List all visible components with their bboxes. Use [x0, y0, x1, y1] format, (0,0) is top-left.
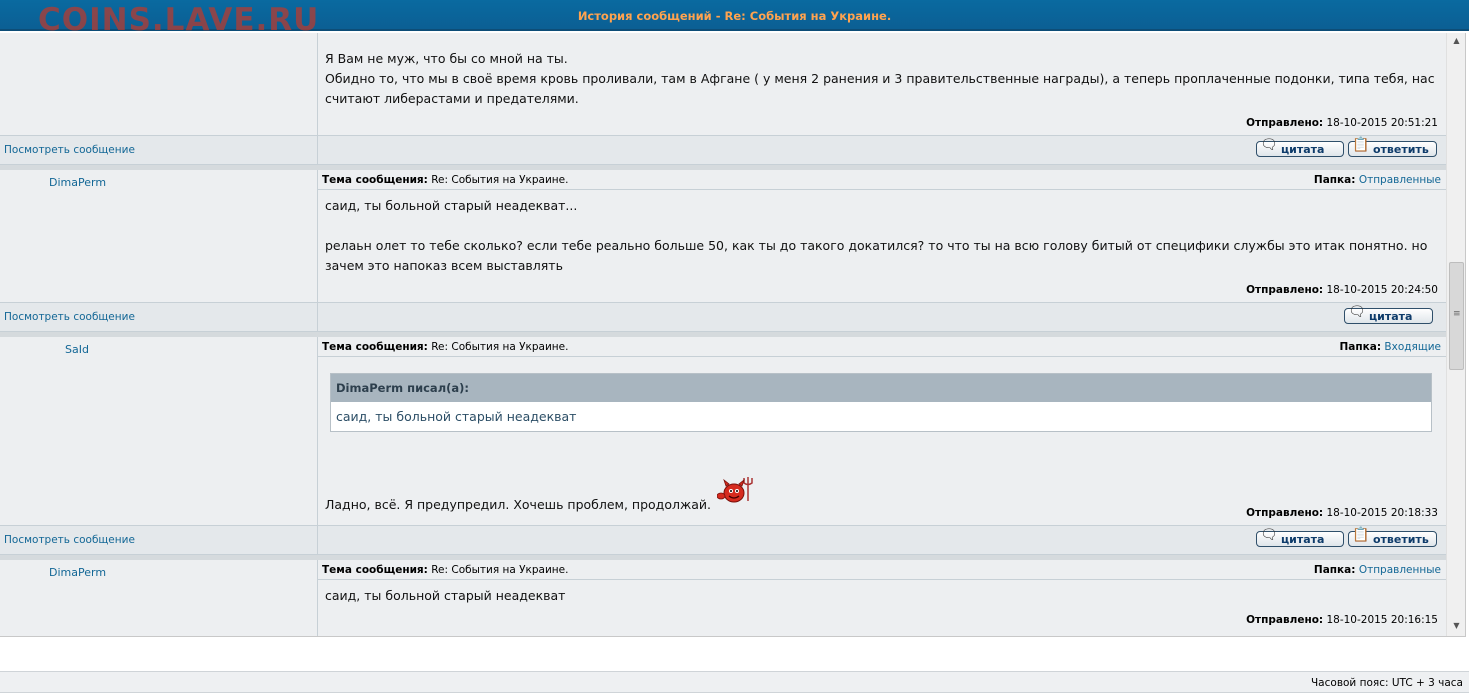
message-body-row: DimaPerm Тема сообщения: Re: События на … — [0, 170, 1446, 303]
posted-label: Отправлено: — [1246, 507, 1324, 519]
author-name[interactable]: DimaPerm — [49, 566, 106, 579]
reply-icon: 📋 — [1352, 137, 1370, 153]
quote-button[interactable]: 🗨 цитата — [1256, 527, 1344, 547]
subject-value: Re: События на Украине. — [431, 564, 569, 576]
message-subject: Тема сообщения: Re: События на Украине. — [322, 564, 568, 576]
message-cell: Тема сообщения: Re: События на Украине. … — [318, 170, 1446, 302]
author-cell: DimaPerm — [0, 170, 318, 302]
scroll-down-icon[interactable]: ▼ — [1447, 621, 1465, 630]
posted-label: Отправлено: — [1246, 284, 1324, 296]
actions-right-cell: 🗨 цитата 📋 ответить — [318, 136, 1446, 164]
subject-bar: Тема сообщения: Re: События на Украине. … — [318, 170, 1446, 190]
folder-link[interactable]: Входящие — [1384, 341, 1441, 353]
reply-button[interactable]: 📋 ответить — [1348, 527, 1437, 547]
message-folder: Папка: Входящие — [1340, 341, 1441, 353]
quote-button[interactable]: 🗨 цитата — [1344, 304, 1433, 324]
subject-label: Тема сообщения: — [322, 341, 428, 353]
actions-right-cell: 🗨 цитата 📋 ответить — [318, 526, 1446, 554]
message-text: Обидно то, что мы в своё время кровь про… — [325, 71, 1435, 86]
author-name[interactable]: SaId — [65, 343, 89, 356]
reply-button-label: ответить — [1373, 143, 1429, 156]
message-text: считают либерастами и предателями. — [325, 91, 579, 106]
message-body-row: Я Вам не муж, что бы со мной на ты. Обид… — [0, 33, 1446, 136]
quote-block: DimaPerm писал(а): саид, ты больной стар… — [330, 373, 1432, 432]
scrollbar-thumb[interactable]: ≡ — [1449, 262, 1464, 370]
author-cell: SaId — [0, 337, 318, 525]
message-text: релаьн олет то тебе сколько? если тебе р… — [325, 238, 1428, 253]
message-text: саид, ты больной старый неадекват — [325, 588, 566, 603]
scroll-up-icon[interactable]: ▲ — [1447, 36, 1465, 45]
actions-left-cell: Посмотреть сообщение — [0, 303, 318, 331]
posted-value: 18-10-2015 20:24:50 — [1326, 284, 1438, 296]
quote-button-label: цитата — [1369, 310, 1413, 323]
message-body-row: DimaPerm Тема сообщения: Re: События на … — [0, 560, 1446, 636]
folder-label: Папка: — [1339, 341, 1382, 353]
actions-left-cell: Посмотреть сообщение — [0, 526, 318, 554]
posted-date: Отправлено: 18-10-2015 20:18:33 — [1246, 507, 1438, 519]
posted-date: Отправлено: 18-10-2015 20:51:21 — [1246, 117, 1438, 129]
author-name[interactable]: DimaPerm — [49, 176, 106, 189]
reply-button[interactable]: 📋 ответить — [1348, 137, 1437, 157]
message-actions-row: Посмотреть сообщение 🗨 цитата — [0, 303, 1446, 332]
message-actions-row: Посмотреть сообщение 🗨 цитата 📋 ответить — [0, 526, 1446, 555]
subject-label: Тема сообщения: — [322, 564, 428, 576]
folder-link[interactable]: Отправленные — [1359, 174, 1441, 186]
message-folder: Папка: Отправленные — [1314, 564, 1441, 576]
posted-label: Отправлено: — [1246, 614, 1324, 626]
subject-value: Re: События на Украине. — [431, 174, 569, 186]
quote-text: саид, ты больной старый неадекват — [336, 409, 577, 424]
message-text: Я Вам не муж, что бы со мной на ты. — [325, 51, 568, 66]
devil-smiley-icon — [716, 475, 753, 511]
message-cell: Я Вам не муж, что бы со мной на ты. Обид… — [318, 33, 1446, 135]
message-text-line: Ладно, всё. Я предупредил. Хочешь пробле… — [325, 477, 753, 515]
quote-icon: 🗨 — [1260, 137, 1278, 153]
posted-value: 18-10-2015 20:18:33 — [1326, 507, 1438, 519]
reply-icon: 📋 — [1352, 527, 1370, 543]
actions-left-cell: Посмотреть сообщение — [0, 136, 318, 164]
message-text: саид, ты больной старый неадекват... — [325, 198, 578, 213]
posted-value: 18-10-2015 20:51:21 — [1326, 117, 1438, 129]
folder-label: Папка: — [1313, 564, 1356, 576]
author-cell: DimaPerm — [0, 560, 318, 636]
message-body-row: SaId Тема сообщения: Re: События на Укра… — [0, 337, 1446, 526]
folder-link[interactable]: Отправленные — [1359, 564, 1441, 576]
message-subject: Тема сообщения: Re: События на Украине. — [322, 341, 568, 353]
quote-icon: 🗨 — [1348, 304, 1366, 320]
watermark: COINS.LAVE.RU — [38, 2, 320, 38]
message-cell: Тема сообщения: Re: События на Украине. … — [318, 560, 1446, 636]
message-subject: Тема сообщения: Re: События на Украине. — [322, 174, 568, 186]
posted-date: Отправлено: 18-10-2015 20:16:15 — [1246, 614, 1438, 626]
message-folder: Папка: Отправленные — [1314, 174, 1441, 186]
folder-label: Папка: — [1313, 174, 1356, 186]
subject-bar: Тема сообщения: Re: События на Украине. … — [318, 560, 1446, 580]
reply-button-label: ответить — [1373, 533, 1429, 546]
actions-right-cell: 🗨 цитата — [318, 303, 1446, 331]
view-message-link[interactable]: Посмотреть сообщение — [4, 144, 135, 156]
posted-date: Отправлено: 18-10-2015 20:24:50 — [1246, 284, 1438, 296]
view-message-link[interactable]: Посмотреть сообщение — [4, 311, 135, 323]
quote-author: DimaPerm писал(а): — [331, 374, 1431, 402]
quote-button-label: цитата — [1281, 143, 1325, 156]
footer-bar: Часовой пояс: UTC + 3 часа — [0, 671, 1469, 693]
subject-label: Тема сообщения: — [322, 174, 428, 186]
grip-icon: ≡ — [1453, 309, 1461, 319]
message-text: зачем это напоказ всем выставлять — [325, 258, 563, 273]
timezone-text: Часовой пояс: UTC + 3 часа — [1310, 677, 1463, 689]
view-message-link[interactable]: Посмотреть сообщение — [4, 534, 135, 546]
posted-value: 18-10-2015 20:16:15 — [1326, 614, 1438, 626]
subject-value: Re: События на Украине. — [431, 341, 569, 353]
author-cell — [0, 33, 318, 135]
message-actions-row: Посмотреть сообщение 🗨 цитата 📋 ответить — [0, 136, 1446, 165]
quote-icon: 🗨 — [1260, 527, 1278, 543]
message-cell: Тема сообщения: Re: События на Украине. … — [318, 337, 1446, 525]
vertical-scrollbar[interactable]: ▲ ≡ ▼ — [1446, 33, 1465, 636]
subject-bar: Тема сообщения: Re: События на Украине. … — [318, 337, 1446, 357]
quote-button-label: цитата — [1281, 533, 1325, 546]
message-history-frame: Я Вам не муж, что бы со мной на ты. Обид… — [0, 33, 1466, 637]
posted-label: Отправлено: — [1246, 117, 1324, 129]
message-text: Ладно, всё. Я предупредил. Хочешь пробле… — [325, 497, 711, 512]
quote-button[interactable]: 🗨 цитата — [1256, 137, 1344, 157]
